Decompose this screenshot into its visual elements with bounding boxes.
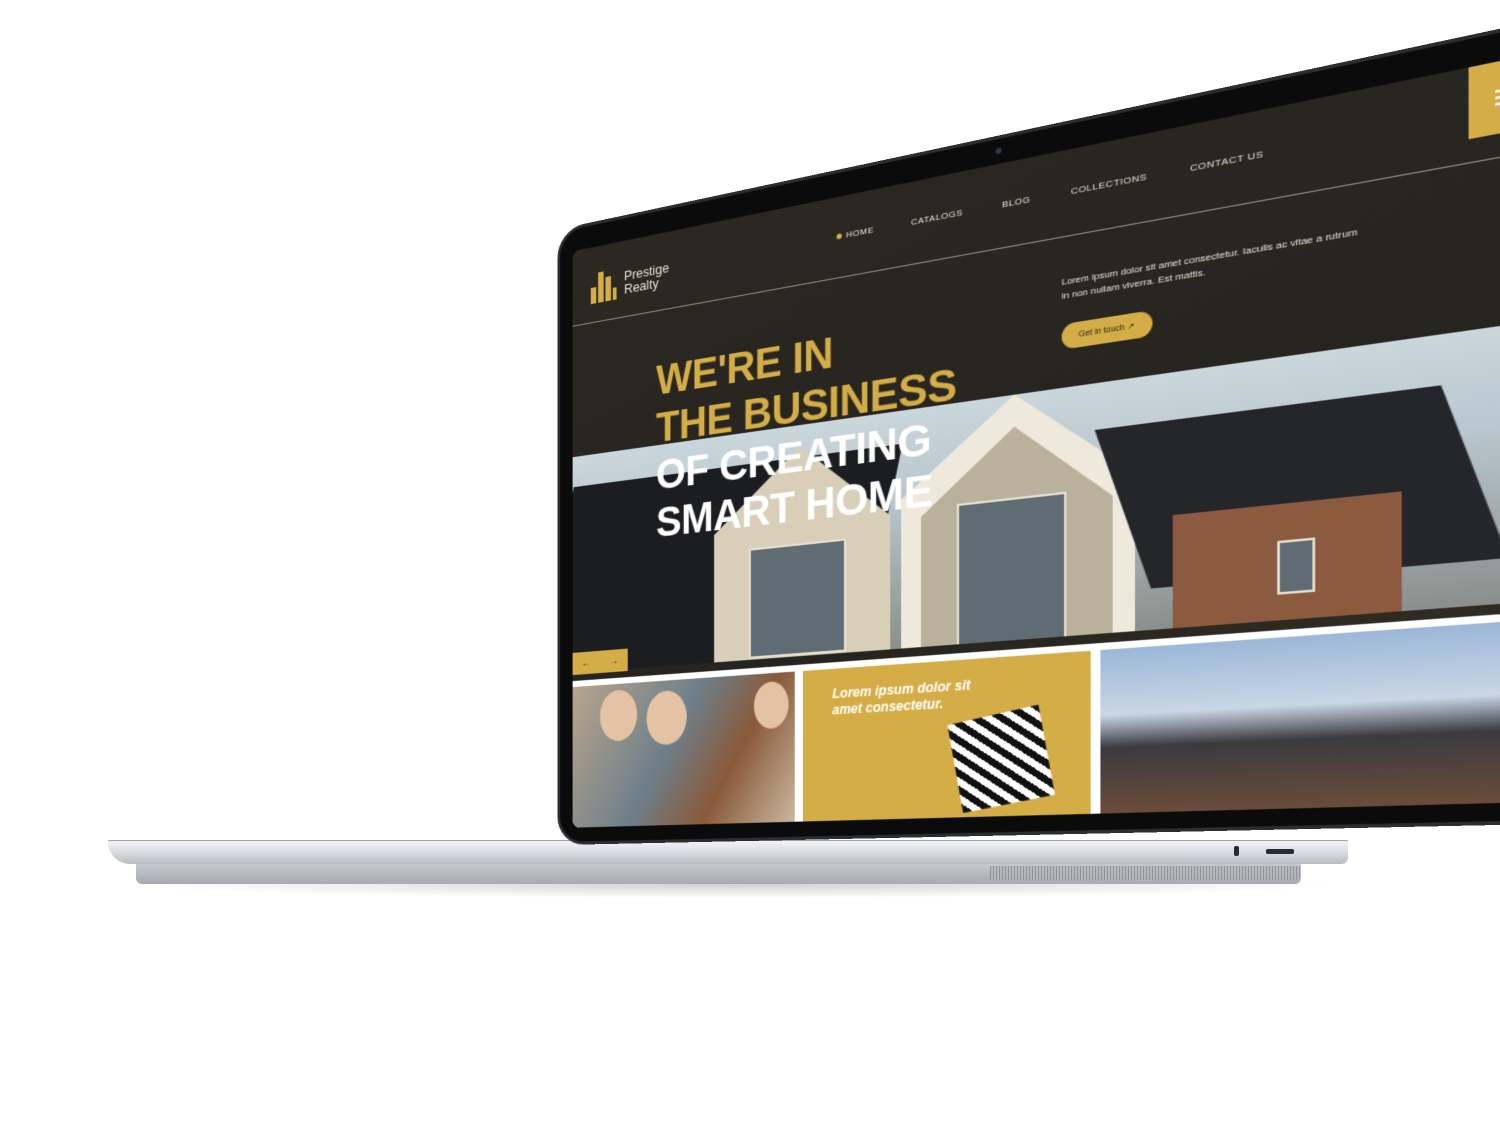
nav-home[interactable]: HOME: [836, 224, 874, 242]
hamburger-icon: [1495, 84, 1500, 93]
get-in-touch-button[interactable]: Get in touch ↗: [1061, 310, 1152, 350]
arrow-left-icon[interactable]: ←: [582, 657, 591, 669]
nav-blog-label: BLOG: [1001, 194, 1031, 210]
nav-links: HOME CATALOGS BLOG COLLECTIONS CONTACT U…: [836, 149, 1264, 242]
house-window: [956, 491, 1067, 655]
laptop-bezel: Prestige Realty HOME CATALOGS BLOG COLLE…: [560, 16, 1500, 843]
nav-contact-us[interactable]: CONTACT US: [1190, 149, 1264, 174]
speaker-grille: [990, 866, 1300, 880]
nav-collections[interactable]: COLLECTIONS: [1071, 171, 1147, 196]
person-face: [599, 688, 638, 742]
person-face: [753, 680, 789, 730]
top-nav: Prestige Realty HOME CATALOGS BLOG COLLE…: [572, 50, 1500, 327]
cta-label: Get in touch: [1078, 323, 1125, 340]
modern-house-tile: [1100, 618, 1500, 814]
gold-promo-tile: Lorem ipsum dolor sit amet consectetur.: [803, 650, 1091, 822]
gold-tile-text: Lorem ipsum dolor sit amet consectetur.: [832, 677, 971, 718]
laptop-base: [108, 840, 1348, 864]
hamburger-menu-button[interactable]: [1468, 50, 1500, 140]
nav-catalogs-label: CATALOGS: [911, 207, 963, 228]
nav-collections-label: COLLECTIONS: [1070, 171, 1147, 197]
brand-logo[interactable]: Prestige Realty: [590, 258, 669, 305]
house-window: [1277, 537, 1316, 595]
usb-port: [1266, 849, 1294, 854]
house-window: [748, 538, 847, 659]
arrow-right-icon[interactable]: →: [609, 655, 618, 667]
active-dot-icon: [836, 233, 842, 240]
nav-contact-label: CONTACT US: [1190, 148, 1264, 174]
hero-description: Lorem ipsum dolor sit amet consectetur. …: [1061, 226, 1358, 302]
building-icon: [590, 269, 617, 305]
brand-name: Prestige Realty: [624, 260, 669, 297]
slider-controls: ← →: [572, 648, 628, 676]
striped-building-image: [947, 704, 1055, 814]
website: Prestige Realty HOME CATALOGS BLOG COLLE…: [572, 50, 1500, 828]
nav-home-label: HOME: [846, 224, 874, 240]
person-face: [646, 689, 687, 746]
nav-catalogs[interactable]: CATALOGS: [911, 207, 963, 227]
status-light: [1234, 846, 1239, 856]
nav-blog[interactable]: BLOG: [1002, 194, 1030, 210]
arrow-up-right-icon: ↗: [1127, 322, 1135, 332]
laptop-lid: Prestige Realty HOME CATALOGS BLOG COLLE…: [560, 16, 1500, 843]
webcam: [995, 147, 1002, 155]
people-photo-tile: [572, 671, 795, 828]
hero-title: WE'RE IN THE BUSINESS OF CREATING SMART …: [656, 307, 956, 547]
laptop-screen: Prestige Realty HOME CATALOGS BLOG COLLE…: [572, 50, 1500, 828]
